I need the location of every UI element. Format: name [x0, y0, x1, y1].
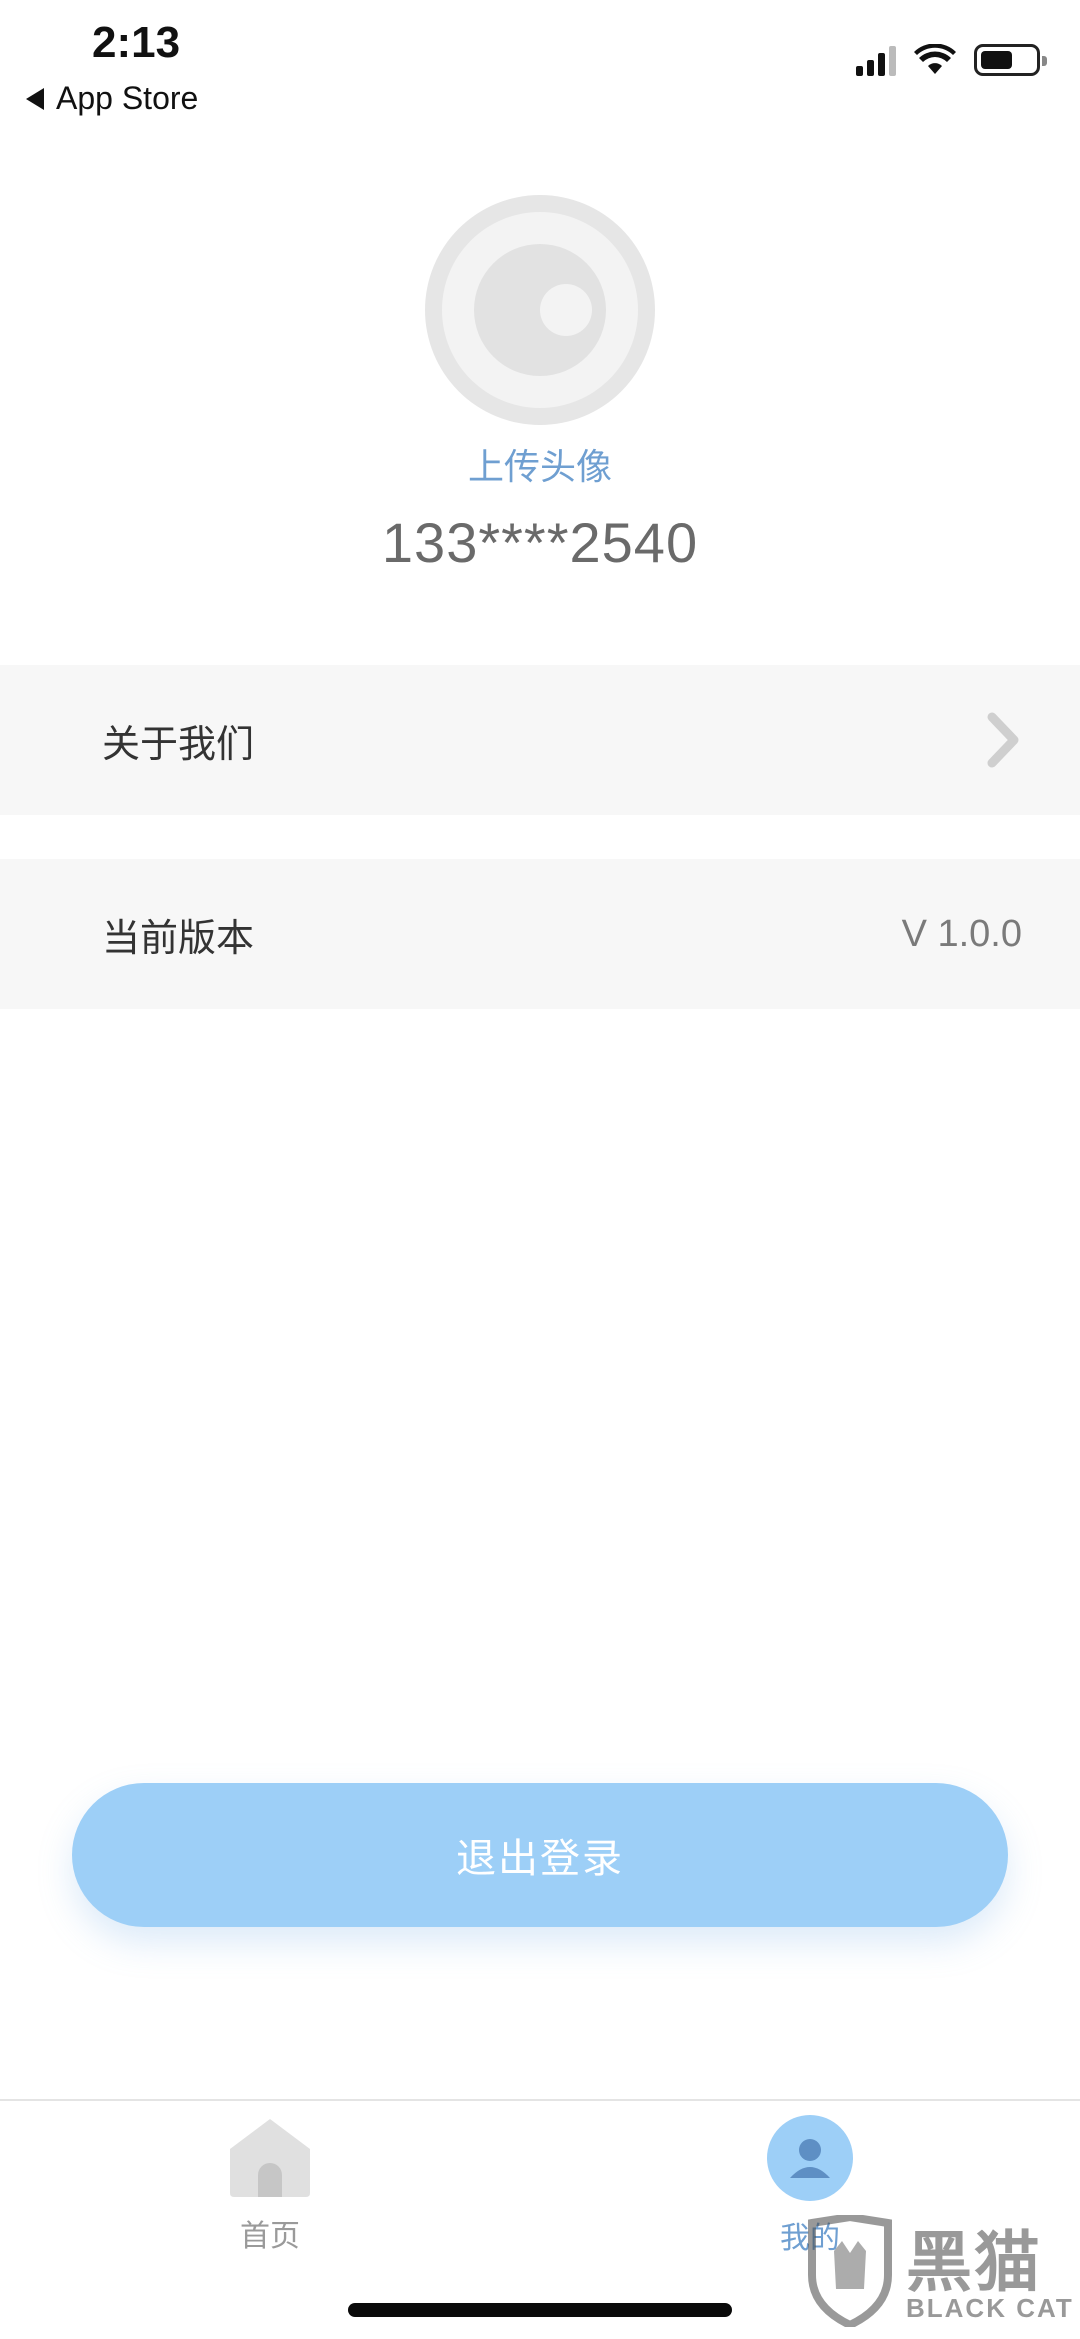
cellular-signal-icon: [856, 44, 896, 76]
home-icon: [230, 2119, 310, 2197]
black-cat-watermark: 黑猫 BLACK CAT: [806, 2209, 1076, 2335]
current-version-row: 当前版本 V 1.0.0: [0, 859, 1080, 1009]
version-value: V 1.0.0: [901, 912, 1022, 955]
cat-shield-icon: [808, 2215, 892, 2327]
wifi-icon: [914, 44, 956, 74]
logout-button[interactable]: 退出登录: [72, 1783, 1008, 1927]
phone-number: 133****2540: [381, 511, 699, 574]
user-icon: [767, 2115, 853, 2201]
default-avatar-icon: [474, 244, 606, 376]
tab-home[interactable]: 首页: [170, 2115, 370, 2255]
home-indicator: [348, 2303, 732, 2317]
profile-screen: 2:13 App Store 上传头像 133****2540 关于我们 当前版…: [0, 0, 1080, 2339]
current-version-label: 当前版本: [102, 915, 255, 960]
back-to-app-store[interactable]: App Store: [26, 80, 198, 117]
watermark-en: BLACK CAT: [906, 2293, 1074, 2323]
avatar[interactable]: [425, 195, 655, 425]
status-indicators: [856, 44, 1047, 76]
back-label: App Store: [56, 80, 199, 116]
battery-icon: [974, 44, 1047, 76]
chevron-right-icon: [987, 712, 1019, 768]
back-arrow-icon: [26, 87, 44, 110]
about-us-label: 关于我们: [102, 721, 255, 766]
tab-home-label: 首页: [240, 2219, 300, 2254]
about-us-row[interactable]: 关于我们: [0, 665, 1080, 815]
watermark-cn: 黑猫: [906, 2224, 1042, 2301]
upload-avatar-link[interactable]: 上传头像: [0, 438, 1080, 490]
status-time: 2:13: [92, 18, 181, 67]
